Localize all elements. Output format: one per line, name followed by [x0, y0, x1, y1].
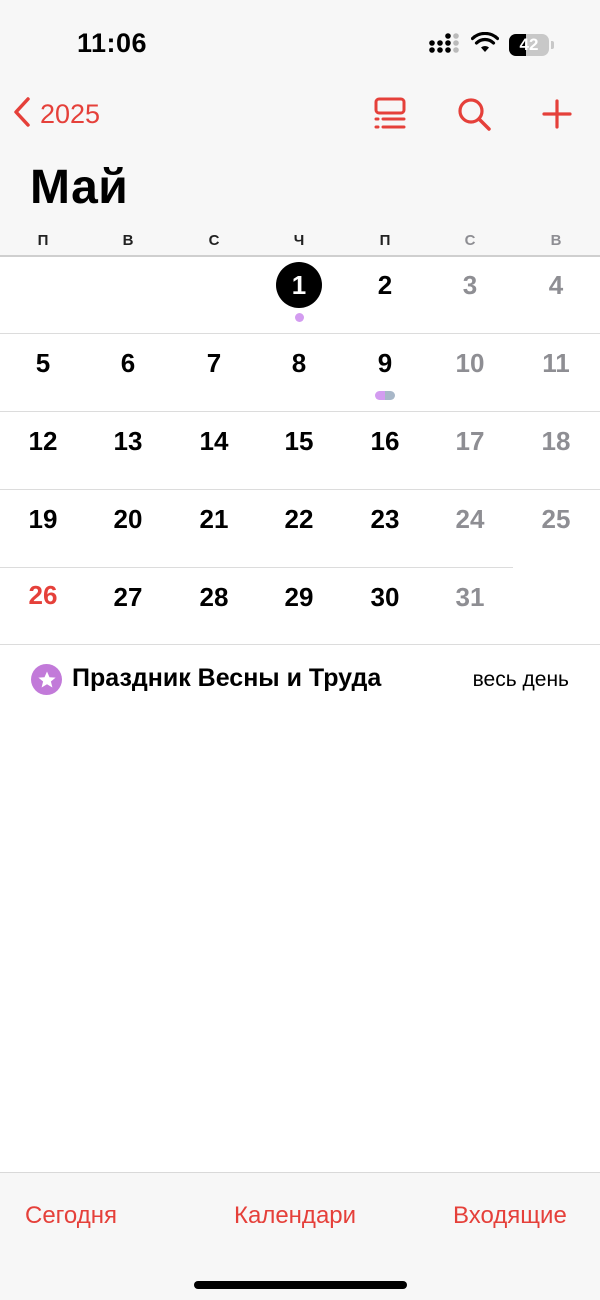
day-cell[interactable]: 20: [98, 499, 158, 539]
day-cell[interactable]: 5: [13, 343, 73, 383]
day-cell[interactable]: 23: [355, 499, 415, 539]
day-cell[interactable]: 21: [184, 499, 244, 539]
back-to-year-button[interactable]: 2025: [12, 96, 100, 133]
day-cell[interactable]: 3: [440, 265, 500, 305]
weekday-label: Ч: [293, 232, 305, 249]
day-cell[interactable]: [526, 577, 586, 617]
day-cell[interactable]: 28: [184, 577, 244, 617]
cellular-signal-icon: [429, 32, 461, 59]
week-row: 26 27 28 29 30 31: [0, 569, 600, 647]
weekday-label: П: [37, 232, 49, 249]
event-indicator: [375, 391, 395, 400]
inbox-button[interactable]: Входящие: [453, 1202, 567, 1230]
month-title: Май: [30, 161, 129, 214]
day-cell[interactable]: 16: [355, 421, 415, 461]
day-cell[interactable]: 29: [269, 577, 329, 617]
bottom-toolbar: Сегодня Календари Входящие: [0, 1172, 600, 1300]
search-icon: [456, 96, 492, 137]
month-grid: 1 2 3 4 5 6 7 8 9 10 11 12 13 14 15 16 1…: [0, 257, 600, 645]
chevron-left-icon: [12, 96, 32, 133]
day-cell[interactable]: [13, 265, 73, 305]
day-cell[interactable]: [184, 265, 244, 305]
week-row: 1 2 3 4: [0, 257, 600, 335]
day-cell[interactable]: 19: [13, 499, 73, 539]
back-label: 2025: [40, 99, 101, 129]
add-event-button[interactable]: [535, 94, 579, 138]
day-cell[interactable]: 4: [526, 265, 586, 305]
battery-tip: [551, 41, 554, 49]
weekday-label: С: [208, 232, 220, 249]
row-divider: [0, 567, 513, 568]
week-row: 12 13 14 15 16 17 18: [0, 413, 600, 491]
plus-icon: [541, 98, 573, 135]
day-cell-selected[interactable]: 1: [276, 262, 322, 308]
row-divider: [0, 489, 600, 490]
day-cell[interactable]: 2: [355, 265, 415, 305]
home-indicator[interactable]: [194, 1281, 407, 1289]
battery-icon: 42: [509, 34, 549, 56]
day-cell[interactable]: 12: [13, 421, 73, 461]
list-view-button[interactable]: [368, 94, 412, 138]
day-cell[interactable]: 9: [355, 343, 415, 383]
day-cell[interactable]: [98, 265, 158, 305]
week-row: 19 20 21 22 23 24 25: [0, 491, 600, 569]
day-cell[interactable]: 8: [269, 343, 329, 383]
day-cell[interactable]: 31: [440, 577, 500, 617]
day-cell[interactable]: 17: [440, 421, 500, 461]
day-cell[interactable]: 14: [184, 421, 244, 461]
battery-level: 42: [519, 35, 539, 54]
day-cell[interactable]: 18: [526, 421, 586, 461]
status-time: 11:06: [77, 28, 148, 58]
weekday-label: П: [379, 232, 391, 249]
event-title: Праздник Весны и Труда: [72, 664, 382, 692]
day-cell[interactable]: 13: [98, 421, 158, 461]
event-row[interactable]: Праздник Весны и Труда весь день: [31, 662, 571, 698]
calendars-button[interactable]: Календари: [234, 1202, 356, 1230]
day-cell[interactable]: 15: [269, 421, 329, 461]
day-cell[interactable]: 11: [526, 343, 586, 383]
row-divider: [0, 644, 600, 645]
day-cell[interactable]: 30: [355, 577, 415, 617]
weekday-label: В: [122, 232, 134, 249]
weekday-label: С: [464, 232, 476, 249]
day-cell[interactable]: 24: [440, 499, 500, 539]
weekday-label: В: [550, 232, 562, 249]
weekday-header: П В С Ч П С В: [0, 232, 600, 252]
wifi-icon: [470, 31, 500, 59]
search-button[interactable]: [452, 94, 496, 138]
calendar-screen: 11:06 42 2025 Май П В С Ч П С В 1 2 3 4 …: [0, 0, 600, 1300]
day-cell[interactable]: 22: [269, 499, 329, 539]
week-row: 5 6 7 8 9 10 11: [0, 335, 600, 413]
day-cell[interactable]: 7: [184, 343, 244, 383]
day-cell[interactable]: 6: [98, 343, 158, 383]
today-button[interactable]: Сегодня: [25, 1202, 117, 1230]
star-icon: [31, 664, 62, 695]
row-divider: [0, 333, 600, 334]
list-view-icon: [372, 97, 408, 136]
event-time: весь день: [472, 668, 569, 691]
status-icons: 42: [429, 30, 554, 60]
day-cell[interactable]: 10: [440, 343, 500, 383]
day-cell[interactable]: 27: [98, 577, 158, 617]
event-dot: [295, 313, 304, 322]
day-cell[interactable]: 25: [526, 499, 586, 539]
day-cell-today[interactable]: 26: [13, 575, 73, 615]
row-divider: [0, 411, 600, 412]
